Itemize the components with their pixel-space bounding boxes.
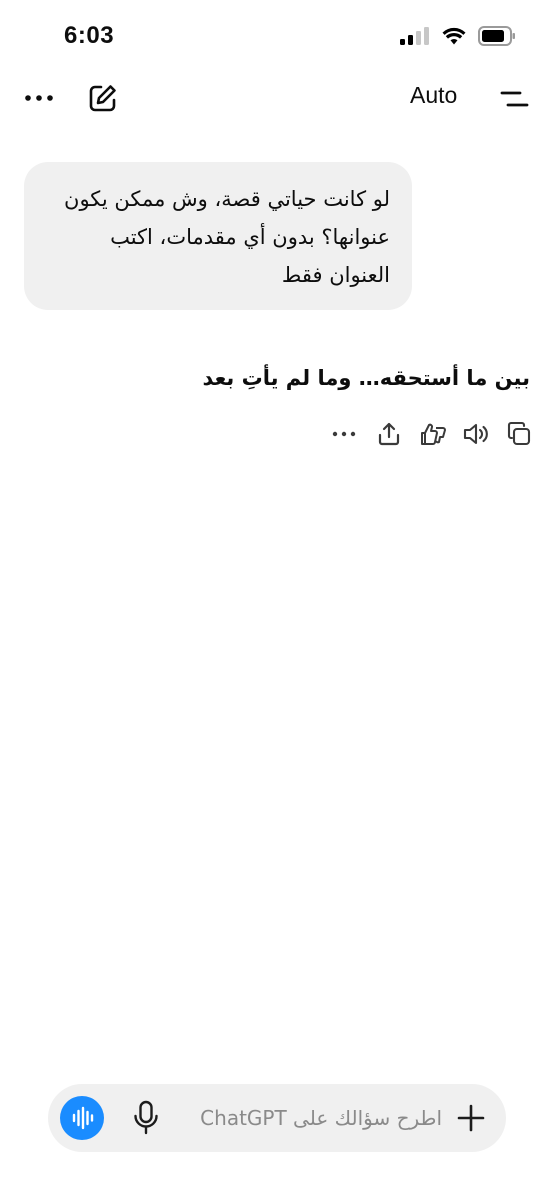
more-icon[interactable] xyxy=(24,86,54,110)
share-icon[interactable] xyxy=(375,420,403,448)
wifi-icon xyxy=(442,27,466,45)
more-options-icon[interactable] xyxy=(330,420,358,448)
composer xyxy=(48,1084,506,1152)
signal-icon xyxy=(400,27,429,45)
menu-icon[interactable] xyxy=(498,88,530,110)
copy-icon[interactable] xyxy=(505,420,533,448)
user-message-text: لو كانت حياتي قصة، وش ممكن يكون عنوانها؟… xyxy=(64,187,390,287)
user-message-bubble: لو كانت حياتي قصة، وش ممكن يكون عنوانها؟… xyxy=(24,162,412,310)
voice-mode-button[interactable] xyxy=(60,1096,104,1140)
read-aloud-icon[interactable] xyxy=(462,420,490,448)
feedback-icon[interactable] xyxy=(419,420,447,448)
model-selector[interactable]: Auto xyxy=(410,82,457,109)
top-nav: Auto xyxy=(0,76,554,120)
compose-icon[interactable] xyxy=(88,83,118,113)
microphone-icon[interactable] xyxy=(132,1100,160,1136)
assistant-message: بين ما أستحقه… وما لم يأتِ بعد xyxy=(202,366,530,390)
status-bar: 6:03 xyxy=(0,0,554,70)
waveform-icon xyxy=(72,1106,94,1130)
status-icons xyxy=(400,26,516,46)
status-time: 6:03 xyxy=(64,22,115,49)
plus-icon[interactable] xyxy=(456,1103,486,1133)
battery-icon xyxy=(478,26,515,46)
message-input[interactable] xyxy=(172,1098,442,1138)
